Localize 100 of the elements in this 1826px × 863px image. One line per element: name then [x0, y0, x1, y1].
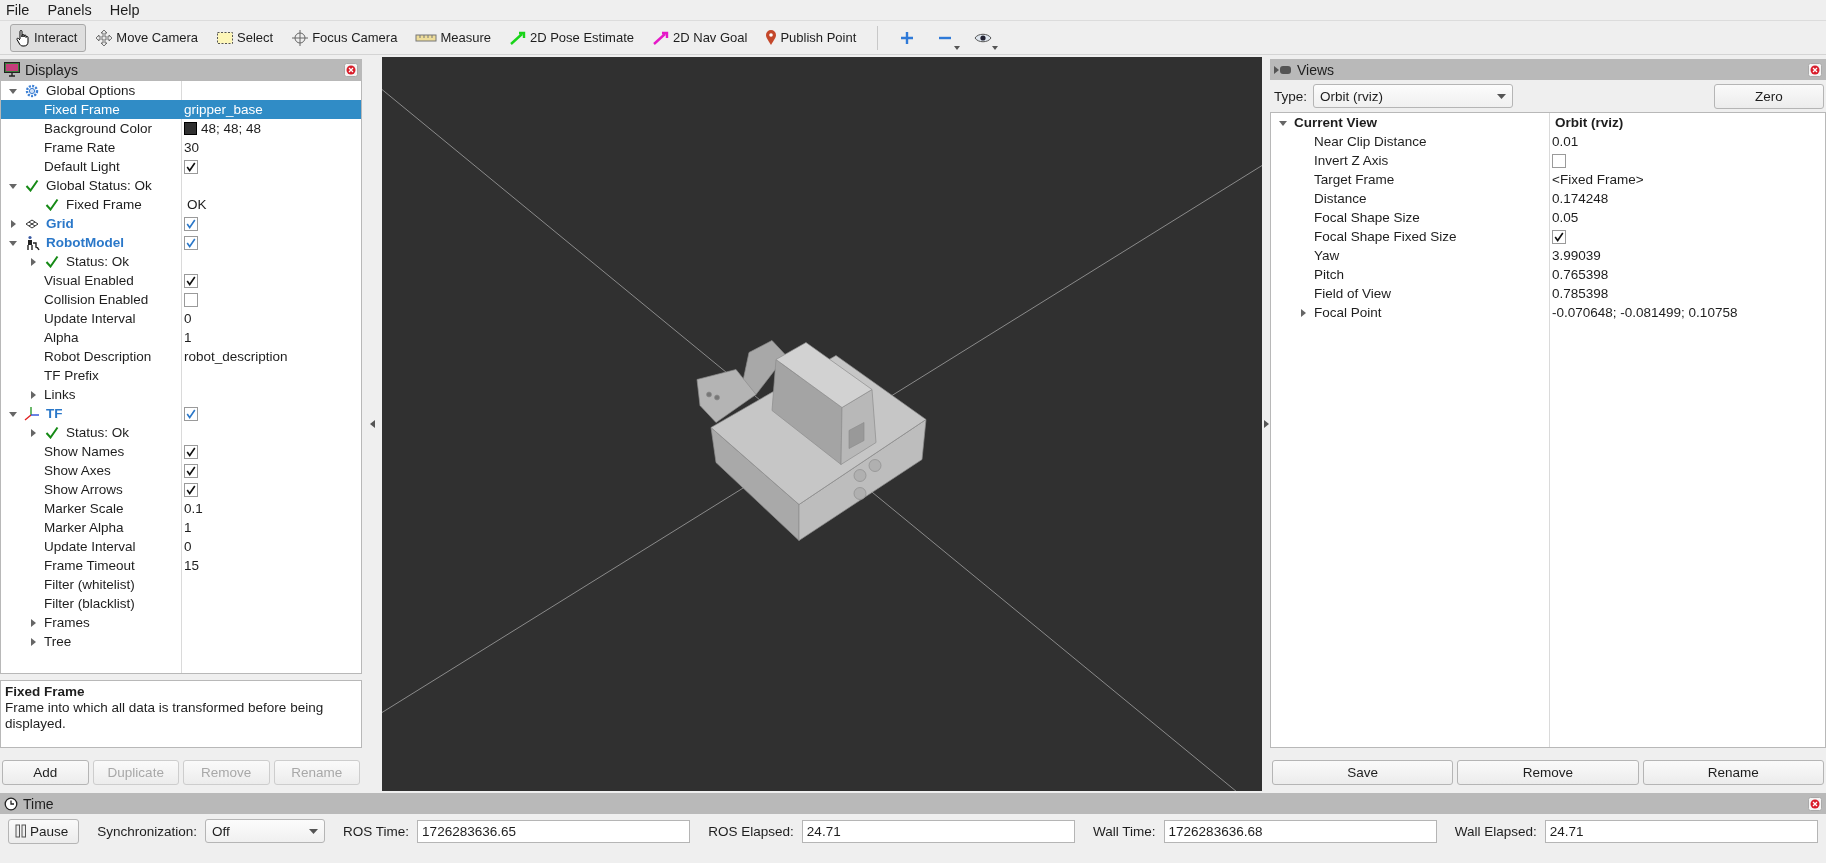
- expand-arrow-icon[interactable]: [1263, 420, 1269, 428]
- checkbox[interactable]: [1552, 153, 1566, 168]
- checkbox[interactable]: [184, 159, 198, 174]
- tool-button[interactable]: Measure: [410, 23, 500, 52]
- tree-row[interactable]: Fixed Frame gripper_base: [1, 100, 361, 119]
- checkbox[interactable]: [184, 463, 198, 478]
- tree-row[interactable]: TF Prefix: [1, 366, 361, 385]
- tree-row[interactable]: Alpha 1: [1, 328, 361, 347]
- checkbox[interactable]: [184, 235, 198, 250]
- tree-row[interactable]: Focal Shape Fixed Size: [1271, 227, 1825, 246]
- tree-row[interactable]: Global Status: Ok: [1, 176, 361, 195]
- checkbox[interactable]: [1552, 229, 1566, 244]
- tool-button[interactable]: Publish Point: [760, 23, 866, 52]
- tree-row[interactable]: Status: Ok: [1, 423, 361, 442]
- type-dropdown[interactable]: Orbit (rviz): [1313, 84, 1514, 108]
- expand-arrow-icon[interactable]: [9, 219, 17, 228]
- expand-arrow-icon[interactable]: [1299, 308, 1307, 317]
- tool-button[interactable]: Focus Camera: [286, 23, 407, 52]
- time-field[interactable]: 24.71: [1544, 819, 1819, 843]
- time-field[interactable]: 1726283636.65: [417, 819, 691, 843]
- panel-button[interactable]: Remove: [1457, 760, 1639, 785]
- property-value: 0.1: [184, 501, 203, 516]
- panel-button[interactable]: Rename: [1642, 760, 1824, 785]
- tree-row[interactable]: Update Interval 0: [1, 537, 361, 556]
- expand-arrow-icon[interactable]: [29, 390, 37, 399]
- tree-row[interactable]: Visual Enabled: [1, 271, 361, 290]
- property-value: Orbit (rviz): [1554, 115, 1624, 130]
- tree-row[interactable]: Current View Orbit (rviz): [1271, 113, 1825, 132]
- checkbox[interactable]: [184, 216, 198, 231]
- tree-row[interactable]: Show Names: [1, 442, 361, 461]
- tree-row[interactable]: Focal Point -0.070648; -0.081499; 0.10758: [1271, 303, 1825, 322]
- tool-button[interactable]: Interact: [10, 23, 87, 52]
- menu-item[interactable]: Help: [107, 2, 142, 18]
- tree-row[interactable]: Default Light: [1, 157, 361, 176]
- tree-row[interactable]: Frame Rate 30: [1, 138, 361, 157]
- expand-arrow-icon[interactable]: [29, 637, 37, 646]
- checkbox[interactable]: [184, 444, 198, 459]
- tool-button[interactable]: 2D Nav Goal: [647, 23, 757, 52]
- tree-row[interactable]: Update Interval 0: [1, 309, 361, 328]
- property-name: Filter (whitelist): [43, 577, 135, 592]
- tree-row[interactable]: Pitch 0.765398: [1271, 265, 1825, 284]
- tree-row[interactable]: Filter (blacklist): [1, 594, 361, 613]
- menu-item[interactable]: File: [4, 2, 32, 18]
- close-icon[interactable]: [1808, 62, 1822, 77]
- expand-arrow-icon[interactable]: [9, 409, 17, 418]
- expand-arrow-icon[interactable]: [1279, 118, 1287, 127]
- tree-row[interactable]: Show Axes: [1, 461, 361, 480]
- close-icon[interactable]: [1808, 796, 1822, 811]
- checkbox[interactable]: [184, 292, 198, 307]
- checkbox[interactable]: [184, 482, 198, 497]
- tree-row[interactable]: Collision Enabled: [1, 290, 361, 309]
- time-field[interactable]: 1726283636.68: [1163, 819, 1437, 843]
- tree-row[interactable]: Marker Alpha 1: [1, 518, 361, 537]
- pause-button[interactable]: Pause: [8, 818, 80, 844]
- close-icon[interactable]: [344, 62, 358, 77]
- check-icon: [45, 198, 59, 211]
- checkbox[interactable]: [184, 273, 198, 288]
- tree-row[interactable]: Global Options: [1, 81, 361, 100]
- tree-row[interactable]: Field of View 0.785398: [1271, 284, 1825, 303]
- expand-arrow-icon[interactable]: [9, 86, 17, 95]
- tool-button[interactable]: 2D Pose Estimate: [503, 23, 643, 52]
- property-name: Global Options: [45, 83, 136, 98]
- menu-item[interactable]: Panels: [45, 2, 94, 18]
- tree-row[interactable]: Grid: [1, 214, 361, 233]
- tree-row[interactable]: Yaw 3.99039: [1271, 246, 1825, 265]
- tree-row[interactable]: Links: [1, 385, 361, 404]
- tool-button[interactable]: Select: [211, 23, 283, 52]
- tree-row[interactable]: Target Frame <Fixed Frame>: [1271, 170, 1825, 189]
- tree-row[interactable]: Status: Ok: [1, 252, 361, 271]
- panel-button[interactable]: Save: [1272, 760, 1454, 785]
- collapse-arrow-icon[interactable]: [369, 420, 375, 428]
- expand-arrow-icon[interactable]: [9, 181, 17, 190]
- tree-row[interactable]: Filter (whitelist): [1, 575, 361, 594]
- expand-arrow-icon[interactable]: [29, 428, 37, 437]
- tree-row[interactable]: Invert Z Axis: [1271, 151, 1825, 170]
- expand-arrow-icon[interactable]: [29, 618, 37, 627]
- tree-row[interactable]: Fixed Frame OK: [1, 195, 361, 214]
- tree-row[interactable]: Near Clip Distance 0.01: [1271, 132, 1825, 151]
- zero-button[interactable]: Zero: [1714, 83, 1824, 109]
- panel-button[interactable]: Add: [2, 760, 89, 785]
- tree-row[interactable]: Distance 0.174248: [1271, 189, 1825, 208]
- expand-arrow-icon[interactable]: [29, 257, 37, 266]
- checkbox[interactable]: [184, 406, 198, 421]
- tree-row[interactable]: Show Arrows: [1, 480, 361, 499]
- tree-row[interactable]: Focal Shape Size 0.05: [1271, 208, 1825, 227]
- tree-row[interactable]: TF: [1, 404, 361, 423]
- tree-row[interactable]: Tree: [1, 632, 361, 651]
- expand-arrow-icon[interactable]: [9, 238, 17, 247]
- tree-row[interactable]: Frame Timeout 15: [1, 556, 361, 575]
- tree-row[interactable]: RobotModel: [1, 233, 361, 252]
- time-field[interactable]: 24.71: [801, 819, 1076, 843]
- tree-row[interactable]: Frames: [1, 613, 361, 632]
- property-name: Focal Point: [1313, 305, 1382, 320]
- description-title: Fixed Frame: [5, 684, 86, 700]
- panel-title: Views: [1297, 61, 1336, 78]
- tree-row[interactable]: Background Color 48; 48; 48: [1, 119, 361, 138]
- tree-row[interactable]: Marker Scale 0.1: [1, 499, 361, 518]
- sync-dropdown[interactable]: Off: [205, 819, 326, 843]
- tool-button[interactable]: Move Camera: [90, 23, 207, 52]
- tree-row[interactable]: Robot Description robot_description: [1, 347, 361, 366]
